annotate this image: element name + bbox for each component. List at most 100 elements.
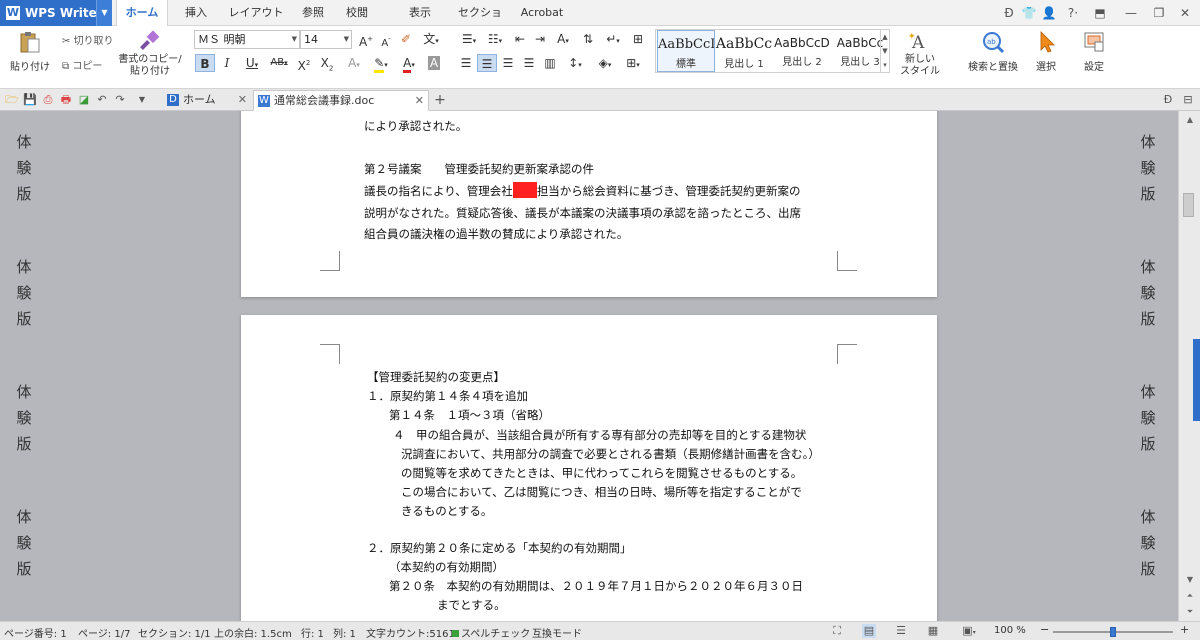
tab-section[interactable]: セクション — [455, 0, 505, 45]
skin-icon[interactable]: Ð — [1160, 92, 1176, 108]
vertical-scrollbar[interactable]: ▲ ▼ ⏶ ⏷ — [1178, 111, 1200, 621]
numbering-icon[interactable]: ☷▾ — [482, 30, 508, 48]
shading-icon[interactable]: ◈▾ — [592, 54, 618, 72]
page-corner-mark — [320, 344, 340, 364]
status-spellcheck[interactable]: スペルチェック — [452, 625, 530, 640]
zoom-slider[interactable] — [1053, 627, 1173, 637]
outline-view-icon[interactable]: ☰ — [894, 624, 908, 638]
bullets-icon[interactable]: ☰▾ — [456, 30, 482, 48]
highlight-icon[interactable]: ✎▾ — [368, 54, 394, 73]
reading-view-icon[interactable]: ▣▾ — [958, 624, 980, 638]
table-icon[interactable]: ⊞ — [628, 30, 648, 48]
maximize-icon[interactable]: ❐ — [1150, 4, 1168, 22]
align-left-icon[interactable]: ☰ — [456, 54, 476, 72]
close-icon[interactable]: ✕ — [415, 91, 424, 111]
close-icon[interactable]: ✕ — [1176, 4, 1194, 22]
align-center-icon[interactable]: ☰ — [477, 54, 497, 72]
prev-page-icon[interactable]: ⏶ — [1183, 589, 1197, 603]
increase-indent-icon[interactable]: ⇥ — [530, 30, 550, 48]
close-icon[interactable]: ✕ — [238, 90, 247, 110]
italic-button[interactable]: I — [217, 54, 237, 72]
change-case-icon[interactable]: A▾ — [550, 30, 576, 48]
doc-line: により承認された。 — [364, 119, 468, 133]
undo-icon[interactable]: ↶ — [94, 92, 110, 108]
tab-reference[interactable]: 参照 — [296, 0, 330, 26]
tab-view[interactable]: 表示 — [403, 0, 437, 26]
underline-button[interactable]: U▾ — [239, 54, 265, 72]
grow-font-button[interactable]: A+ — [356, 30, 376, 49]
align-right-icon[interactable]: ☰ — [498, 54, 518, 72]
scroll-up-icon[interactable]: ▲ — [1183, 113, 1197, 127]
superscript-button[interactable]: X2 — [294, 54, 314, 73]
zoom-in-icon[interactable]: + — [1180, 623, 1189, 636]
tab-insert[interactable]: 挿入 — [176, 0, 216, 26]
restore-ribbon-icon[interactable]: ⬒ — [1091, 4, 1109, 22]
subscript-button[interactable]: X2 — [317, 54, 337, 72]
next-page-icon[interactable]: ⏷ — [1183, 605, 1197, 619]
open-folder-icon[interactable]: 🗁 — [4, 92, 20, 108]
shirt-icon[interactable]: 👕 — [1020, 4, 1038, 22]
help-icon[interactable]: ?· — [1062, 4, 1084, 22]
save-icon[interactable]: 💾 — [22, 92, 38, 108]
tab-home-doc[interactable]: D ホーム ✕ — [163, 90, 251, 111]
print-icon[interactable]: 🖶 — [58, 92, 74, 108]
scroll-down-icon[interactable]: ▼ — [1183, 573, 1197, 587]
font-name-select[interactable]: ＭＳ 明朝 ▼ — [194, 30, 300, 49]
copy-button[interactable]: ⧉ コピー — [62, 57, 102, 72]
format-painter-button[interactable]: 書式のコピー/ 貼り付け — [118, 30, 182, 78]
tab-home[interactable]: ホーム — [116, 0, 168, 27]
clear-format-icon[interactable]: ✐ — [396, 30, 416, 48]
minimize-icon[interactable]: — — [1122, 4, 1140, 22]
style-normal[interactable]: AaBbCcI 標準 — [657, 30, 715, 72]
style-heading-2[interactable]: AaBbCcD 見出し 2 — [773, 30, 831, 72]
text-effect-icon[interactable]: A▾ — [341, 54, 367, 72]
font-color-icon[interactable]: A▾ — [396, 54, 422, 73]
trial-watermark: 体験版 — [14, 504, 34, 582]
new-style-button[interactable]: A ✦ 新しい スタイル — [898, 30, 942, 78]
find-replace-button[interactable]: ab 検索と置換 — [962, 30, 1024, 73]
zoom-slider-knob[interactable] — [1110, 627, 1116, 637]
web-view-icon[interactable]: ▦ — [926, 624, 940, 638]
quick-access-dropdown-icon[interactable]: ▼ — [134, 92, 150, 108]
status-char-count[interactable]: 文字カウント:5161 — [366, 625, 455, 640]
sort-icon[interactable]: ⇅ — [578, 30, 598, 48]
export-pdf-icon[interactable]: ⎙ — [40, 92, 56, 108]
scroll-thumb[interactable] — [1183, 193, 1194, 217]
redo-icon[interactable]: ↷ — [112, 92, 128, 108]
restore-icon[interactable]: ⊟ — [1180, 92, 1196, 108]
decrease-indent-icon[interactable]: ⇤ — [510, 30, 530, 48]
strikethrough-button[interactable]: AB▾ — [266, 54, 292, 72]
justify-icon[interactable]: ☰ — [519, 54, 539, 72]
shrink-font-button[interactable]: A- — [376, 30, 396, 49]
new-tab-plus-icon[interactable]: + — [432, 92, 448, 108]
page-2[interactable]: 【管理委託契約の変更点】 １．原契約第１４条４項を追加 第１４条 １項～３項（省… — [241, 315, 937, 621]
user-icon[interactable]: 👤 — [1040, 4, 1058, 22]
char-shading-icon[interactable]: A — [424, 54, 444, 72]
app-menu-button[interactable]: W WPS Writer ▼ — [0, 0, 112, 26]
tab-acrobat[interactable]: Acrobat — [518, 0, 566, 26]
fullscreen-icon[interactable]: ⛶ — [830, 624, 844, 638]
style-heading-1[interactable]: AaBbCc 見出し 1 — [715, 30, 773, 72]
tab-layout[interactable]: レイアウト — [226, 0, 286, 26]
zoom-out-icon[interactable]: − — [1040, 623, 1049, 636]
select-button[interactable]: 選択 — [1028, 30, 1064, 73]
side-panel-toggle[interactable] — [1193, 339, 1200, 421]
show-marks-icon[interactable]: ↵▾ — [600, 30, 626, 48]
bold-button[interactable]: B — [195, 54, 215, 72]
page-1[interactable]: により承認された。 第２号議案 管理委託契約更新案承認の件 議長の指名により、管… — [241, 111, 937, 297]
distribute-icon[interactable]: ▥ — [540, 54, 560, 72]
print-preview-icon[interactable]: ◪ — [76, 92, 92, 108]
cut-button[interactable]: ✂ 切り取り — [62, 32, 114, 47]
tab-review[interactable]: 校閲 — [340, 0, 374, 26]
borders-icon[interactable]: ⊞▾ — [620, 54, 646, 72]
gallery-scroll[interactable]: ▲ ▼ ▾ — [880, 30, 889, 72]
page-view-icon[interactable]: ▤ — [862, 624, 876, 638]
skin-icon[interactable]: Ð — [1000, 4, 1018, 22]
paste-button[interactable]: 貼り付け — [6, 30, 54, 73]
font-size-select[interactable]: 14 ▼ — [300, 30, 352, 49]
line-spacing-icon[interactable]: ↕▾ — [562, 54, 588, 72]
settings-button[interactable]: 設定 — [1076, 30, 1112, 73]
phonetic-icon[interactable]: 文▾ — [418, 30, 444, 48]
chevron-down-icon[interactable]: ▼ — [96, 0, 112, 26]
tab-document[interactable]: W 通常総会議事録.doc ✕ — [253, 90, 429, 111]
